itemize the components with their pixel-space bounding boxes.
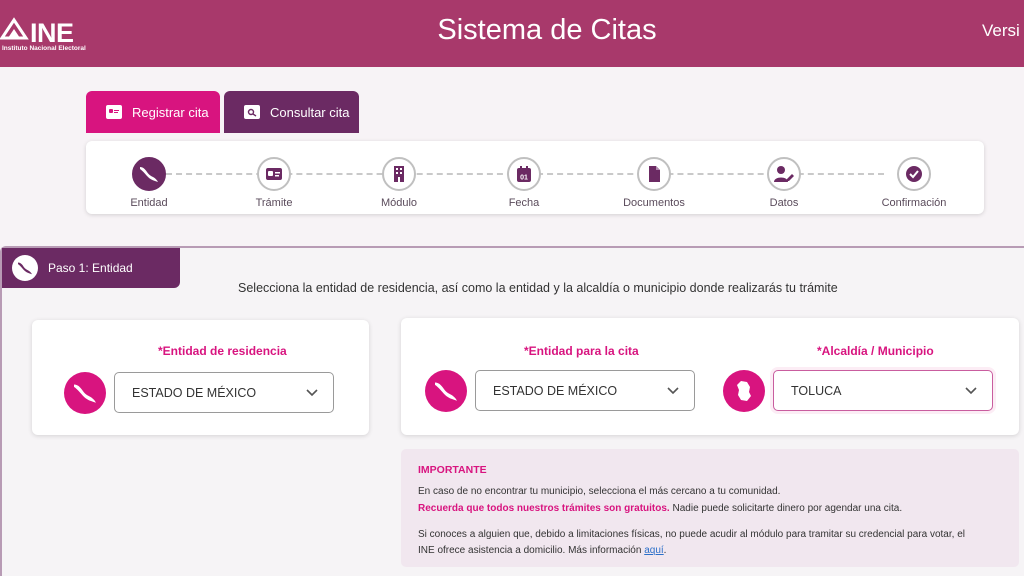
mexico-map-icon [132,157,166,191]
municipality-select[interactable]: TOLUCA [773,370,993,411]
id-card-icon [257,157,291,191]
important-notice: IMPORTANTE En caso de no encontrar tu mu… [401,449,1019,567]
mexico-map-icon [12,255,38,281]
mexico-map-icon [425,370,467,412]
step-label: Confirmación [881,197,947,209]
building-icon [382,157,416,191]
chevron-down-icon [306,389,318,397]
residence-select[interactable]: ESTADO DE MÉXICO [114,372,334,413]
step-entidad[interactable]: Entidad [99,157,199,209]
step-modulo[interactable]: Módulo [349,157,449,209]
step-confirmacion[interactable]: Confirmación [864,157,964,209]
residence-label: *Entidad de residencia [158,344,287,358]
tab-consultar-cita[interactable]: Consultar cita [224,91,359,133]
section-title: Paso 1: Entidad [48,261,133,275]
step-tramite[interactable]: Trámite [224,157,324,209]
step-label: Fecha [508,197,540,209]
calendar-badge: 01 [520,175,528,182]
id-card-icon [106,105,122,119]
user-edit-icon [767,157,801,191]
important-line-3: Si conoces a alguien que, debido a limit… [418,529,965,540]
important-line-2: Recuerda que todos nuestros trámites son… [418,503,902,514]
important-line-1: En caso de no encontrar tu municipio, se… [418,486,781,497]
select-value: ESTADO DE MÉXICO [493,383,618,398]
section-header: Paso 1: Entidad [2,248,180,288]
mexico-map-icon [64,372,106,414]
appointment-entity-select[interactable]: ESTADO DE MÉXICO [475,370,695,411]
important-line-4-end: . [663,545,667,556]
appointment-entity-label: *Entidad para la cita [524,344,639,358]
search-document-icon [244,105,260,119]
instructions-text: Selecciona la entidad de residencia, así… [238,281,838,295]
version-label: Versi [982,21,1020,40]
page-title: Sistema de Citas [437,14,657,46]
check-circle-icon [897,157,931,191]
free-services-highlight: Recuerda que todos nuestros trámites son… [418,503,670,514]
step-label: Módulo [380,197,418,209]
important-line-2-rest: Nadie puede solicitarte dinero por agend… [669,503,903,514]
municipality-label: *Alcaldía / Municipio [817,344,934,358]
step-documentos[interactable]: Documentos [604,157,704,209]
residence-card: *Entidad de residencia ESTADO DE MÉXICO [32,320,369,435]
document-icon [637,157,671,191]
tab-label: Consultar cita [270,104,350,120]
important-line-4-start: INE ofrece asistencia a domicilio. Más i… [418,545,645,556]
app-header: INE Instituto Nacional Electoral Sistema… [0,0,1024,67]
chevron-down-icon [667,387,679,395]
important-line-4: INE ofrece asistencia a domicilio. Más i… [418,545,666,556]
municipality-map-icon [723,370,765,412]
calendar-icon: 01 [507,157,541,191]
step-label: Documentos [623,197,685,209]
select-value: ESTADO DE MÉXICO [132,385,257,400]
step-label: Entidad [130,197,168,209]
tab-registrar-cita[interactable]: Registrar cita [86,91,220,133]
chevron-down-icon [965,387,977,395]
progress-stepper: Entidad Trámite Módulo 01 Fecha Document… [86,141,984,214]
step-fecha[interactable]: 01 Fecha [474,157,574,209]
more-info-link[interactable]: aquí [644,545,663,556]
appointment-card: *Entidad para la cita ESTADO DE MÉXICO *… [401,318,1019,435]
step-label: Datos [769,197,799,209]
step-label: Trámite [255,197,293,209]
step-datos[interactable]: Datos [734,157,834,209]
select-value: TOLUCA [791,383,842,398]
tab-label: Registrar cita [132,104,209,120]
important-title: IMPORTANTE [418,464,487,476]
